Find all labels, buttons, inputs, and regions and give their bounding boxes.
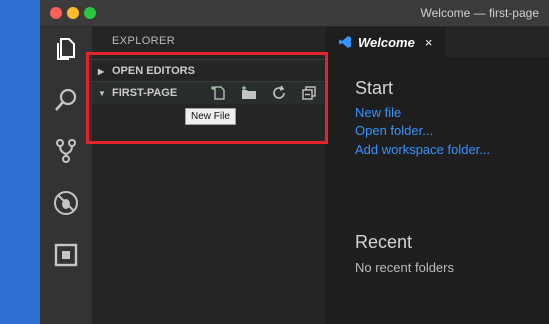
chevron-down-icon: ▼ xyxy=(98,88,106,98)
new-file-tooltip: New File xyxy=(185,108,236,125)
open-editors-label: OPEN EDITORS xyxy=(112,65,195,77)
files-icon[interactable] xyxy=(50,33,82,65)
new-file-icon[interactable] xyxy=(208,82,230,104)
tab-label: Welcome xyxy=(358,34,415,50)
open-editors-section[interactable]: ▶ OPEN EDITORS xyxy=(92,59,324,82)
source-control-icon[interactable] xyxy=(50,135,82,167)
explorer-sidebar: EXPLORER ▶ OPEN EDITORS ▼ FIRST-PAGE xyxy=(92,27,326,324)
folder-label: FIRST-PAGE xyxy=(112,87,178,99)
activity-bar xyxy=(40,27,92,324)
add-workspace-folder-link[interactable]: Add workspace folder... xyxy=(355,142,490,157)
collapse-all-icon[interactable] xyxy=(298,82,320,104)
folder-section-first-page[interactable]: ▼ FIRST-PAGE xyxy=(92,81,324,104)
recent-heading: Recent xyxy=(355,232,413,252)
window-title: Welcome — first-page xyxy=(420,6,539,20)
search-icon[interactable] xyxy=(50,84,82,116)
new-folder-icon[interactable] xyxy=(238,82,260,104)
explorer-title: EXPLORER xyxy=(112,35,176,47)
welcome-page: Start New file Open folder... Add worksp… xyxy=(326,57,549,324)
close-tab-icon[interactable]: × xyxy=(425,35,433,50)
tab-welcome[interactable]: Welcome × xyxy=(326,27,446,57)
no-recent-folders-text: No recent folders xyxy=(355,260,454,275)
tab-bar: Welcome × xyxy=(326,27,549,57)
explorer-actions xyxy=(208,82,320,104)
vscode-logo-icon xyxy=(338,35,352,49)
open-folder-link[interactable]: Open folder... xyxy=(355,123,433,138)
extensions-icon[interactable] xyxy=(50,239,82,271)
chevron-right-icon: ▶ xyxy=(98,66,105,76)
minimize-window-button[interactable] xyxy=(67,7,79,19)
maximize-window-button[interactable] xyxy=(84,7,96,19)
title-bar: Welcome — first-page xyxy=(40,0,549,27)
start-heading: Start xyxy=(355,78,394,98)
new-file-link[interactable]: New file xyxy=(355,105,401,120)
vscode-window: Welcome — first-page EXPLORER ▶ OPEN EDI… xyxy=(40,0,549,324)
debug-icon[interactable] xyxy=(50,187,82,219)
close-window-button[interactable] xyxy=(50,7,62,19)
refresh-icon[interactable] xyxy=(268,82,290,104)
